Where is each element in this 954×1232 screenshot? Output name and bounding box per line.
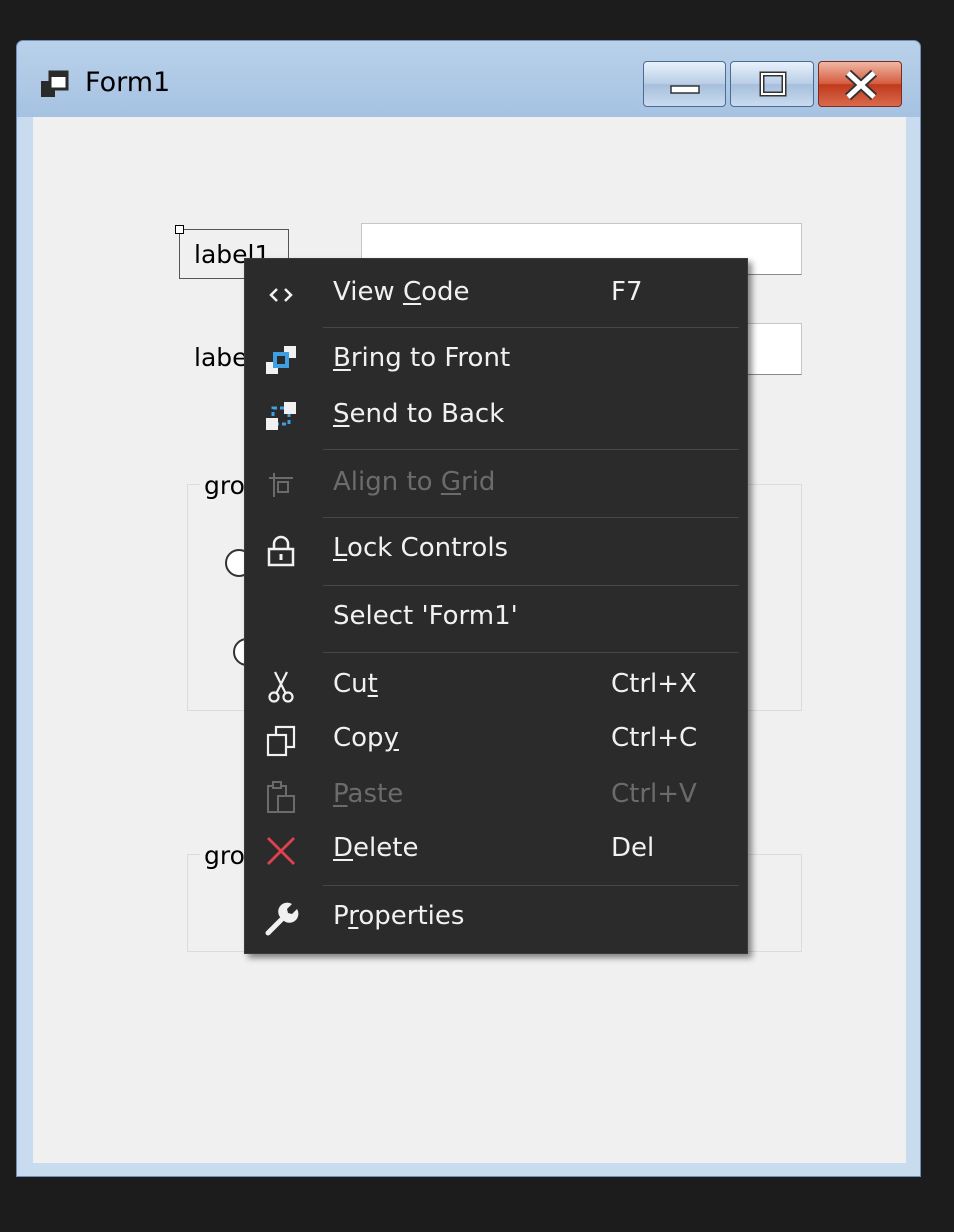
title-bar[interactable]: Form1 — [17, 41, 920, 117]
menu-item-view-code[interactable]: View Code F7 — [245, 277, 747, 317]
form-icon — [41, 70, 69, 97]
send-to-back-icon — [263, 399, 299, 435]
wrench-icon — [263, 901, 299, 937]
menu-item-bring-to-front[interactable]: Bring to Front — [245, 343, 747, 383]
copy-icon — [263, 723, 299, 759]
shortcut: Del — [611, 833, 655, 863]
context-menu: View Code F7 Bring to Front Send to Back — [244, 258, 748, 954]
shortcut: F7 — [611, 277, 643, 307]
menu-separator — [323, 885, 739, 886]
menu-item-delete[interactable]: Delete Del — [245, 833, 747, 873]
paste-icon — [263, 779, 299, 815]
menu-item-lock-controls[interactable]: Lock Controls — [245, 533, 747, 573]
delete-x-icon — [263, 833, 299, 869]
menu-separator — [323, 449, 739, 450]
scissors-icon — [263, 669, 299, 705]
menu-item-properties[interactable]: Properties — [245, 901, 747, 941]
menu-separator — [323, 585, 739, 586]
close-button[interactable] — [818, 61, 902, 107]
minimize-button[interactable] — [643, 61, 726, 107]
shortcut: Ctrl+V — [611, 779, 697, 809]
bring-to-front-icon — [263, 343, 299, 379]
menu-item-align-to-grid[interactable]: Align to Grid — [245, 467, 747, 507]
shortcut: Ctrl+C — [611, 723, 698, 753]
menu-separator — [323, 652, 739, 653]
shortcut: Ctrl+X — [611, 669, 697, 699]
selection-handle[interactable] — [175, 225, 184, 234]
window-title: Form1 — [85, 67, 171, 98]
menu-item-select-form1[interactable]: Select 'Form1' — [245, 601, 747, 641]
maximize-icon — [759, 71, 787, 97]
menu-separator — [323, 517, 739, 518]
menu-item-send-to-back[interactable]: Send to Back — [245, 399, 747, 439]
menu-separator — [323, 327, 739, 328]
align-to-grid-icon — [263, 467, 299, 503]
menu-item-cut[interactable]: Cut Ctrl+X — [245, 669, 747, 709]
minimize-icon — [670, 85, 700, 94]
menu-item-paste[interactable]: Paste Ctrl+V — [245, 779, 747, 819]
close-icon — [844, 69, 878, 101]
lock-icon — [263, 533, 299, 569]
menu-item-copy[interactable]: Copy Ctrl+C — [245, 723, 747, 763]
maximize-button[interactable] — [730, 61, 814, 107]
view-code-icon — [263, 277, 299, 313]
